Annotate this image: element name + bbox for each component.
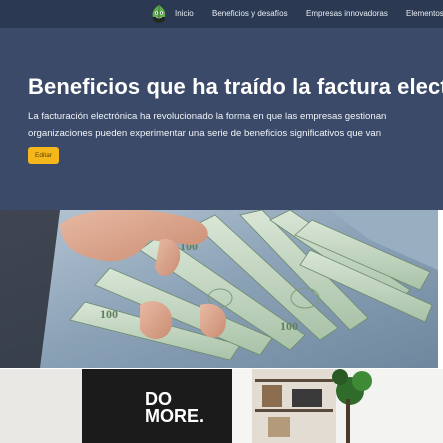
page-edge — [438, 210, 443, 369]
nav-link-elementos[interactable]: Elementos — [406, 9, 443, 18]
leaf-frog-logo-icon[interactable] — [150, 4, 168, 24]
hero-title: Beneficios que ha traído la factura elec… — [28, 74, 443, 99]
poster-line-2: MORE. — [145, 406, 205, 426]
svg-text:100: 100 — [100, 307, 118, 321]
office-desk-do-more-poster-photo: DO MORE. — [0, 369, 443, 443]
hands-counting-dollar-bills-photo: 100 100 100 — [0, 210, 438, 368]
hero-description: La facturación electrónica ha revolucion… — [28, 108, 386, 142]
poster-text: DO MORE. — [145, 390, 205, 426]
nav-link-beneficios[interactable]: Beneficios y desafíos — [212, 9, 288, 18]
hero-section: Beneficios que ha traído la factura elec… — [0, 28, 443, 210]
top-navbar: Inicio Beneficios y desafíos Empresas in… — [0, 0, 443, 28]
nav-link-empresas[interactable]: Empresas innovadoras — [306, 9, 388, 18]
nav-link-inicio[interactable]: Inicio — [175, 9, 194, 18]
svg-text:100: 100 — [280, 319, 298, 333]
hero-description-line-2: organizaciones pueden experimentar una s… — [28, 128, 382, 139]
edit-button[interactable]: Editar — [28, 147, 59, 164]
hero-description-line-1: La facturación electrónica ha revolucion… — [28, 111, 387, 122]
